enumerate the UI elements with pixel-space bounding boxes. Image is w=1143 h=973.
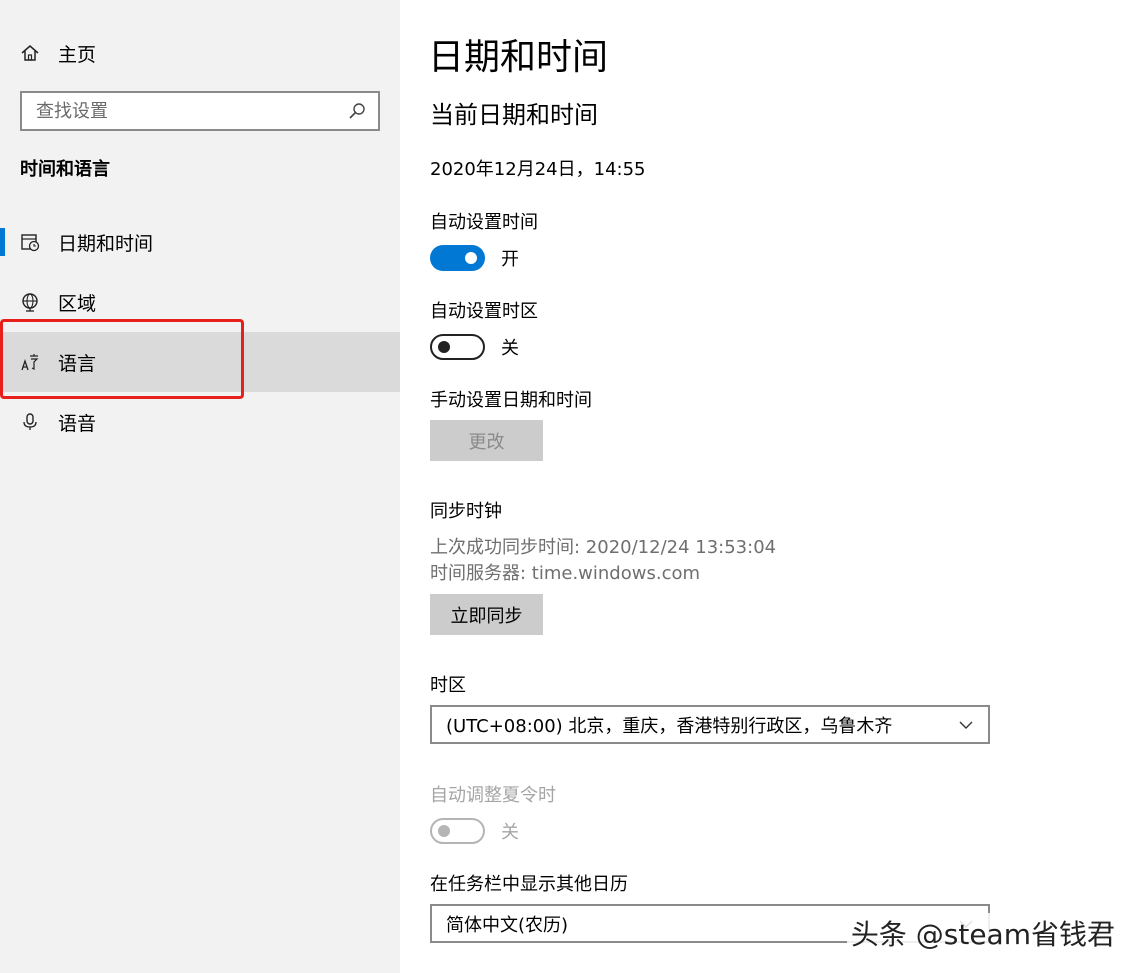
current-datetime-heading: 当前日期和时间	[430, 101, 598, 129]
auto-time-state: 开	[501, 249, 519, 270]
sidebar-item-language[interactable]: 语言	[0, 332, 400, 392]
main-content: 日期和时间 当前日期和时间 2020年12月24日，14:55 自动设置时间 开…	[400, 0, 1143, 973]
dst-label: 自动调整夏令时	[430, 785, 556, 806]
sidebar-item-label: 语音	[58, 412, 97, 435]
auto-time-toggle-row[interactable]: 开	[430, 244, 519, 272]
auto-time-toggle[interactable]	[430, 245, 485, 271]
page-title: 日期和时间	[428, 37, 609, 78]
chevron-down-icon	[959, 721, 973, 729]
calendar-label: 在任务栏中显示其他日历	[430, 874, 628, 895]
dst-toggle-row[interactable]: 关	[430, 817, 519, 845]
sidebar-item-label: 区域	[58, 292, 97, 315]
home-icon	[21, 45, 39, 61]
calendar-clock-icon	[21, 234, 40, 252]
last-sync-text: 上次成功同步时间: 2020/12/24 13:53:04	[430, 537, 777, 558]
search-icon[interactable]	[348, 102, 366, 120]
home-label: 主页	[58, 43, 97, 66]
auto-timezone-toggle[interactable]	[430, 334, 485, 360]
active-indicator	[0, 228, 5, 256]
change-button[interactable]: 更改	[430, 420, 543, 461]
language-icon	[21, 354, 39, 371]
current-datetime: 2020年12月24日，14:55	[430, 159, 646, 180]
dst-toggle[interactable]	[430, 818, 485, 844]
timezone-dropdown[interactable]: (UTC+08:00) 北京，重庆，香港特别行政区，乌鲁木齐	[430, 705, 990, 744]
timezone-label: 时区	[430, 675, 466, 696]
sync-now-button[interactable]: 立即同步	[430, 594, 543, 635]
sidebar-item-date-time[interactable]: 日期和时间	[0, 212, 400, 272]
sync-heading: 同步时钟	[430, 501, 502, 522]
globe-icon	[22, 293, 38, 312]
sidebar: 主页 时间和语言 日期和时间 区域 语言 语音	[0, 0, 400, 973]
microphone-icon	[23, 413, 37, 430]
search-box[interactable]	[20, 91, 380, 131]
sidebar-item-label: 日期和时间	[58, 232, 154, 255]
home-link[interactable]: 主页	[20, 38, 96, 68]
auto-timezone-state: 关	[501, 338, 519, 359]
sidebar-item-region[interactable]: 区域	[0, 272, 400, 332]
sidebar-item-label: 语言	[58, 352, 97, 375]
sidebar-item-speech[interactable]: 语音	[0, 392, 400, 452]
auto-time-label: 自动设置时间	[430, 212, 538, 233]
dst-state: 关	[501, 822, 519, 843]
search-input[interactable]	[36, 100, 348, 122]
calendar-value: 简体中文(农历)	[446, 914, 569, 936]
manual-datetime-label: 手动设置日期和时间	[430, 390, 592, 411]
auto-timezone-label: 自动设置时区	[430, 301, 538, 322]
timezone-value: (UTC+08:00) 北京，重庆，香港特别行政区，乌鲁木齐	[446, 715, 893, 737]
auto-timezone-toggle-row[interactable]: 关	[430, 333, 519, 361]
section-title: 时间和语言	[20, 159, 110, 180]
watermark: 头条 @steam省钱君	[846, 913, 1119, 953]
time-server-text: 时间服务器: time.windows.com	[430, 563, 701, 584]
